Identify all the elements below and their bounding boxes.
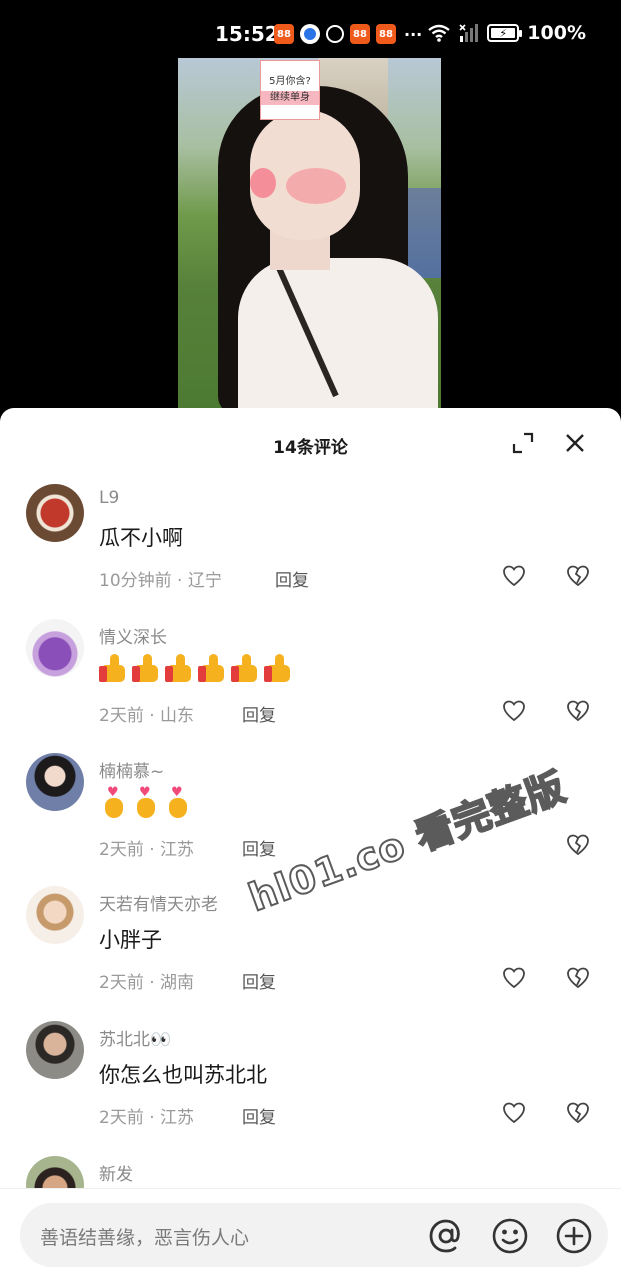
comment-meta: 2天前 · 江苏 xyxy=(99,840,195,860)
thumbs-up-icon xyxy=(165,653,196,683)
thumbs-up-icon xyxy=(264,653,295,683)
reply-button[interactable]: 回复 xyxy=(242,968,276,993)
thumbs-up-icon xyxy=(198,653,229,683)
more-notifications-icon: ··· xyxy=(404,24,423,44)
like-icon[interactable] xyxy=(502,699,526,723)
at-mention-icon[interactable] xyxy=(427,1217,465,1255)
battery-percent: 100% xyxy=(527,22,586,44)
comment-meta: 2天前 · 湖南 xyxy=(99,973,195,993)
comment-username[interactable]: 情义深长 xyxy=(99,623,167,648)
comment-username[interactable]: L9 xyxy=(99,488,119,508)
add-icon[interactable] xyxy=(555,1217,593,1255)
like-icon[interactable] xyxy=(502,564,526,588)
reply-button[interactable]: 回复 xyxy=(242,1103,276,1128)
avatar[interactable] xyxy=(26,753,84,811)
comment-item: 天若有情天亦老 小胖子 2天前 · 湖南 回复 xyxy=(0,886,621,1006)
dislike-icon[interactable] xyxy=(566,699,590,723)
browser-notification-icon xyxy=(300,24,320,44)
comment-input[interactable]: 善语结善缘，恶言伤人心 xyxy=(20,1203,608,1267)
comment-text: 小胖子 xyxy=(99,928,162,952)
comment-text: 瓜不小啊 xyxy=(99,526,183,550)
comment-item: 苏北北👀 你怎么也叫苏北北 2天前 · 江苏 回复 xyxy=(0,1021,621,1141)
app-notification-icon: 88 xyxy=(274,24,294,44)
comment-item: 情义深长 2天前 · 山东 回复 xyxy=(0,619,621,739)
thumbs-up-icon xyxy=(99,653,130,683)
emoji-icon[interactable] xyxy=(491,1217,529,1255)
comment-meta: 10分钟前 · 辽宁 xyxy=(99,571,222,591)
avatar[interactable] xyxy=(26,886,84,944)
comment-meta: 2天前 · 江苏 xyxy=(99,1108,195,1128)
finger-heart-icon xyxy=(99,785,129,819)
comment-username[interactable]: 苏北北👀 xyxy=(99,1025,171,1050)
video-player[interactable]: 5月你含? 继续单身 xyxy=(0,58,621,410)
video-sticker: 5月你含? 继续单身 xyxy=(260,60,320,120)
avatar[interactable] xyxy=(26,619,84,677)
comment-username[interactable]: 楠楠慕~ xyxy=(99,757,164,782)
sticker-line-1: 5月你含? xyxy=(269,76,311,87)
close-icon[interactable] xyxy=(564,432,586,454)
video-frame[interactable]: 5月你含? 继续单身 xyxy=(178,58,441,410)
dislike-icon[interactable] xyxy=(566,564,590,588)
dislike-icon[interactable] xyxy=(566,1101,590,1125)
comment-username[interactable]: 天若有情天亦老 xyxy=(99,890,218,915)
status-bar: 15:52 88 88 88 ··· ⚡ 100% xyxy=(0,0,621,58)
comment-sheet-header: 14条评论 xyxy=(0,408,621,480)
thumbs-up-icon xyxy=(132,653,163,683)
like-icon[interactable] xyxy=(502,966,526,990)
avatar[interactable] xyxy=(26,484,84,542)
comment-meta: 2天前 · 山东 xyxy=(99,706,195,726)
thumbs-up-icon xyxy=(231,653,262,683)
comment-text: 你怎么也叫苏北北 xyxy=(99,1063,267,1087)
dislike-icon[interactable] xyxy=(566,966,590,990)
finger-heart-icon xyxy=(131,785,161,819)
reply-button[interactable]: 回复 xyxy=(275,566,309,591)
sticker-line-2: 继续单身 xyxy=(261,91,319,105)
comment-emoji-row xyxy=(99,653,295,683)
like-icon[interactable] xyxy=(502,1101,526,1125)
avatar[interactable] xyxy=(26,1021,84,1079)
finger-heart-icon xyxy=(163,785,193,819)
comment-input-bar: 善语结善缘，恶言伤人心 xyxy=(0,1188,621,1280)
comment-item: L9 瓜不小啊 10分钟前 · 辽宁 回复 xyxy=(0,484,621,604)
expand-icon[interactable] xyxy=(512,432,534,454)
comment-emoji-row xyxy=(99,785,193,819)
dislike-icon[interactable] xyxy=(566,833,590,857)
battery-icon: ⚡ xyxy=(487,24,523,42)
status-time: 15:52 xyxy=(215,22,279,46)
reply-button[interactable]: 回复 xyxy=(242,835,276,860)
comment-input-placeholder: 善语结善缘，恶言伤人心 xyxy=(40,1227,250,1249)
comment-username[interactable]: 新发 xyxy=(99,1160,133,1185)
hotspot-icon xyxy=(326,25,344,43)
app-notification-icon: 88 xyxy=(350,24,370,44)
reply-button[interactable]: 回复 xyxy=(242,701,276,726)
app-notification-icon: 88 xyxy=(376,24,396,44)
notification-icons: 88 88 88 ··· xyxy=(274,24,422,44)
wifi-icon xyxy=(428,24,451,42)
signal-icon xyxy=(459,24,479,42)
